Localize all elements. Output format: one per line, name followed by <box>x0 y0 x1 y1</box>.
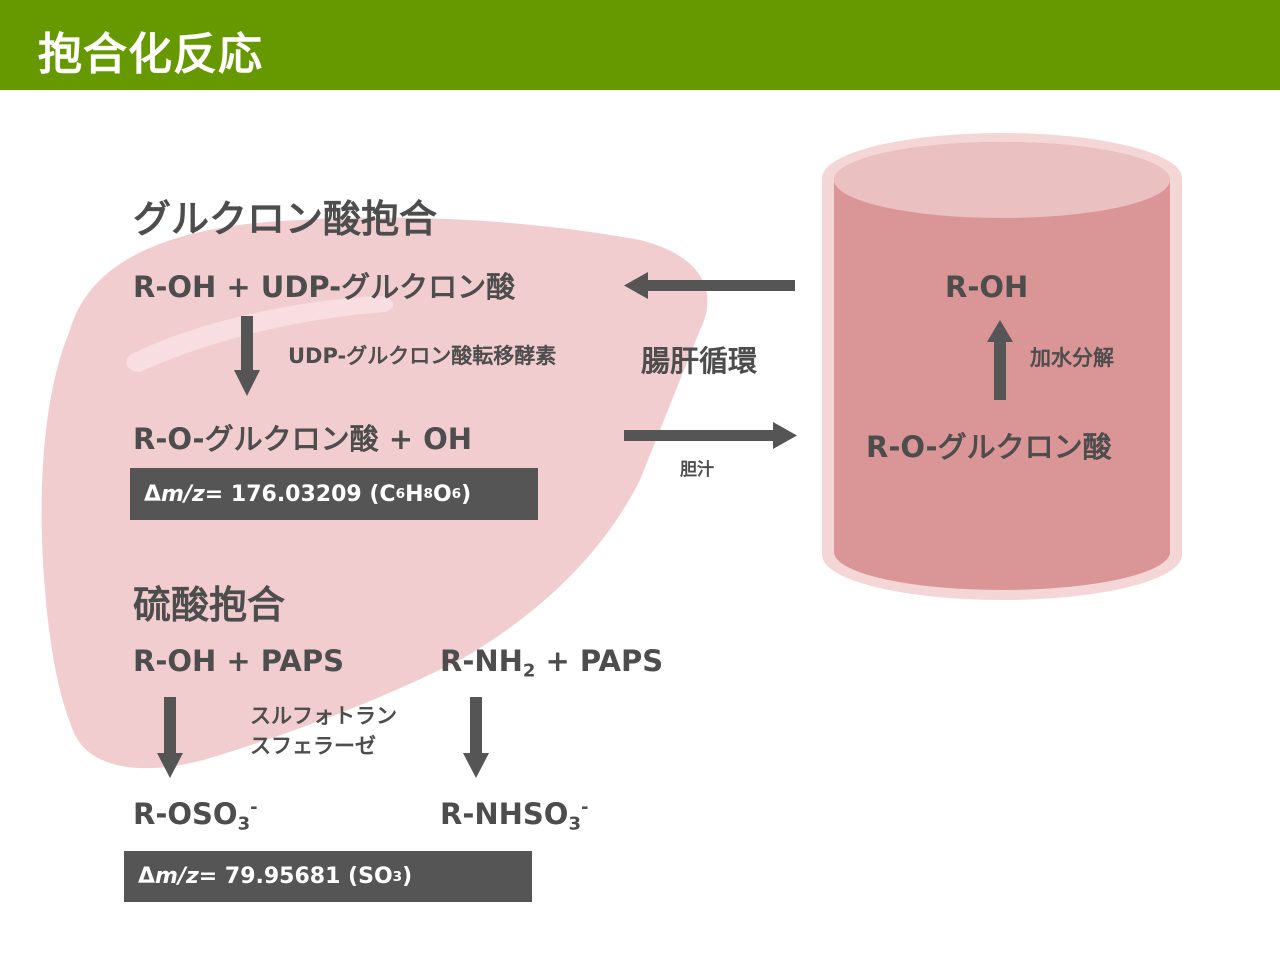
sulfation-product-1: R-OSO3- <box>133 797 258 835</box>
intestine-glucuronide: R-O-グルクロン酸 <box>866 430 1112 464</box>
sulfation-product-2: R-NHSO3- <box>440 797 589 835</box>
sulfotransferase-label-line2: スフェラーゼ <box>250 734 376 758</box>
sulfation-arrow-2 <box>463 697 489 778</box>
formula-o: O <box>432 481 452 507</box>
delta-symbol: Δ <box>144 481 162 507</box>
sulfate-mass-box: Δm/z = 79.95681 (SO 3) <box>124 851 532 902</box>
mass-value: = 79.95681 (SO <box>198 864 393 889</box>
sulfation-reactant-1: R-OH + PAPS <box>133 644 344 678</box>
formula-h: H <box>405 481 424 507</box>
mz-var: m/z <box>161 481 205 507</box>
intestine-cylinder-top <box>834 142 1170 218</box>
glucuronidation-heading: グルクロン酸抱合 <box>133 197 438 241</box>
glucuronidation-reactant: R-OH + UDP-グルクロン酸 <box>133 270 516 304</box>
intestine-roh: R-OH <box>945 270 1029 304</box>
glucuronosyltransferase-label: UDP-グルクロン酸転移酵素 <box>288 344 557 368</box>
sulfotransferase-label-line1: スルフォトラン <box>250 704 397 728</box>
enterohepatic-label: 腸肝循環 <box>641 344 758 378</box>
sulfation-reactant-2: R-NH2 + PAPS <box>440 644 664 682</box>
formula-close: ) <box>402 864 413 889</box>
hydrolysis-label: 加水分解 <box>1030 346 1114 370</box>
bile-label: 胆汁 <box>680 460 714 480</box>
delta-symbol: Δ <box>138 864 156 889</box>
mz-var: m/z <box>155 864 199 889</box>
sulfation-heading: 硫酸抱合 <box>133 583 286 627</box>
formula-close: ) <box>461 481 472 507</box>
mass-value: = 176.03209 (C <box>204 481 396 507</box>
glucuronide-mass-box: Δm/z = 176.03209 (C 6 H 8 O 6) <box>130 468 538 520</box>
glucuronidation-product: R-O-グルクロン酸 + OH <box>133 422 473 456</box>
